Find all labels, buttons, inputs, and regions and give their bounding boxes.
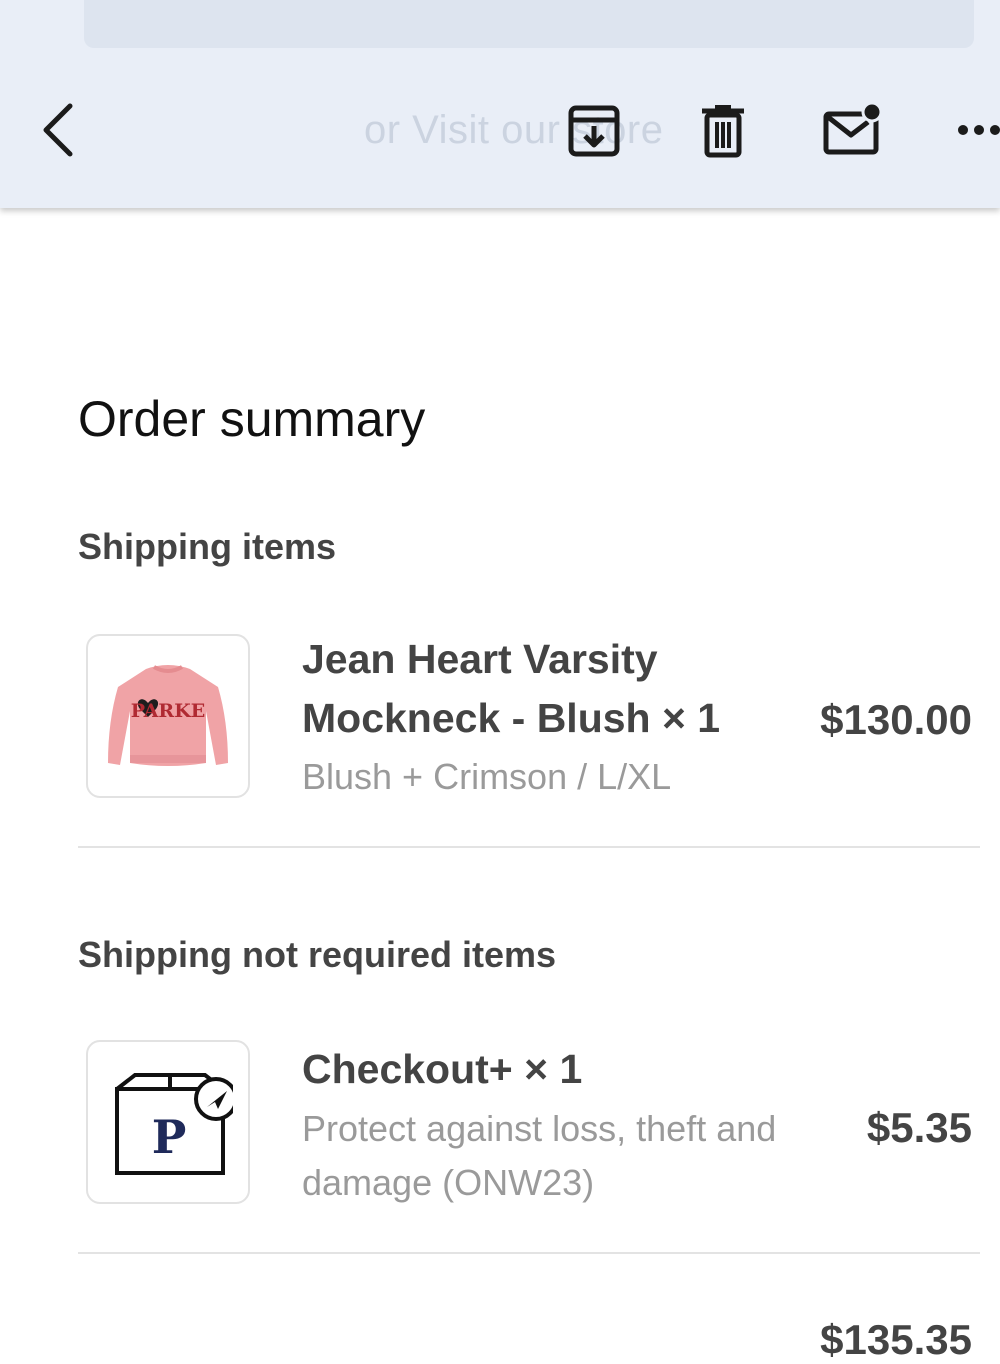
shipping-not-required-heading: Shipping not required items bbox=[78, 934, 557, 975]
package-protection-icon: P bbox=[115, 1073, 233, 1175]
archive-icon[interactable] bbox=[566, 104, 622, 158]
protection-letter: P bbox=[152, 1110, 187, 1164]
item-name: Checkout+ × 1 bbox=[302, 1046, 583, 1092]
item-description: Protect against loss, theft and damage (… bbox=[302, 1108, 777, 1203]
sweater-logo-text: PARKE bbox=[131, 700, 205, 722]
order-summary-title: Order summary bbox=[78, 391, 426, 447]
subtotal-value: $135.35 bbox=[820, 1316, 972, 1363]
back-chevron-icon[interactable] bbox=[36, 100, 80, 160]
pink-sweater-image: PARKE bbox=[108, 665, 228, 766]
protection-thumbnail[interactable]: P bbox=[86, 1040, 250, 1204]
item-price: $130.00 bbox=[820, 696, 972, 743]
item-name: Jean Heart Varsity Mockneck - Blush × 1 bbox=[302, 636, 721, 741]
trash-icon[interactable] bbox=[700, 104, 746, 158]
search-bar[interactable] bbox=[84, 0, 974, 48]
divider bbox=[78, 1252, 980, 1254]
more-icon[interactable] bbox=[956, 118, 1000, 142]
shipping-items-heading: Shipping items bbox=[78, 526, 337, 567]
mail-unread-icon[interactable] bbox=[822, 102, 884, 158]
item-price: $5.35 bbox=[866, 1104, 972, 1151]
email-toolbar: or Visit our store bbox=[0, 0, 1000, 208]
divider bbox=[78, 846, 980, 848]
item-variant: Blush + Crimson / L/XL bbox=[302, 756, 672, 797]
product-thumbnail[interactable]: PARKE bbox=[86, 634, 250, 798]
